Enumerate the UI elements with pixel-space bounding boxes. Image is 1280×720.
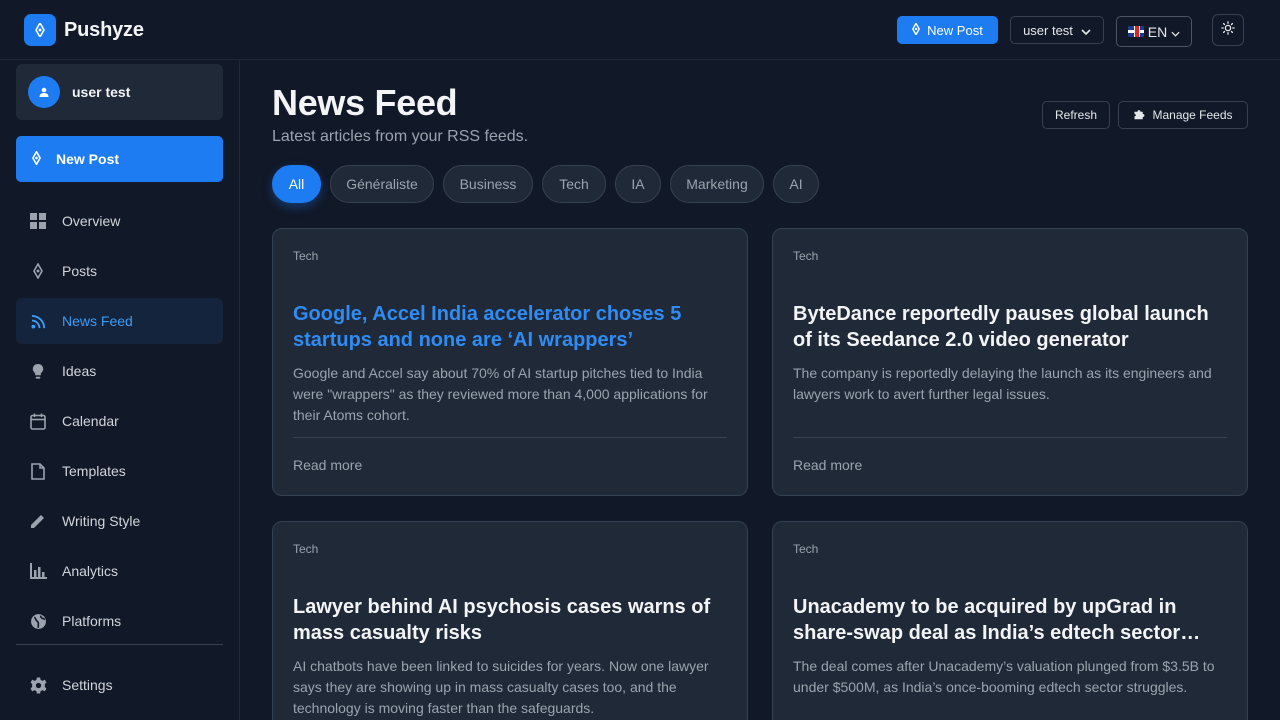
sidebar-item-label: News Feed: [62, 313, 133, 329]
sidebar-item-label: Analytics: [62, 563, 119, 579]
article-description: The deal comes after Unacademy’s valuati…: [793, 658, 1215, 695]
refresh-button[interactable]: Refresh: [1042, 101, 1110, 129]
sidebar-item-label: Writing Style: [62, 513, 141, 529]
post-icon: [29, 262, 47, 280]
filter-chip-marketing[interactable]: Marketing: [670, 165, 764, 203]
filter-chip-generaliste[interactable]: Généraliste: [330, 165, 434, 203]
article-title[interactable]: Google, Accel India accelerator choses 5…: [293, 301, 727, 353]
pencil-icon: [29, 512, 47, 530]
article-category: Tech: [293, 249, 319, 263]
sidebar: user test New Post Overview Posts News F…: [0, 60, 240, 720]
language-label: EN: [1147, 23, 1168, 40]
sidebar-item-news-feed[interactable]: News Feed: [16, 298, 223, 344]
sidebar-user-name: user test: [72, 84, 131, 100]
sidebar-item-templates[interactable]: Templates: [16, 448, 223, 494]
lightbulb-icon: [29, 362, 47, 380]
filter-label: Généraliste: [346, 176, 418, 192]
category-filters: All Généraliste Business Tech IA Marketi…: [272, 165, 819, 203]
uk-flag-icon: [1127, 26, 1144, 37]
filter-chip-tech[interactable]: Tech: [542, 165, 606, 203]
sidebar-item-overview[interactable]: Overview: [16, 198, 223, 244]
page-title: News Feed: [272, 82, 458, 123]
sidebar-item-label: Templates: [62, 463, 126, 479]
sidebar-item-writing-style[interactable]: Writing Style: [16, 498, 223, 544]
filter-label: Marketing: [686, 176, 748, 192]
article-description: The company is reportedly delaying the l…: [793, 365, 1212, 402]
article-category: Tech: [293, 542, 319, 556]
sidebar-nav: Overview Posts News Feed Ideas Calendar: [16, 198, 223, 648]
sidebar-settings-label: Settings: [62, 677, 113, 693]
manage-feeds-button[interactable]: Manage Feeds: [1118, 101, 1248, 129]
article-card[interactable]: Tech Google, Accel India accelerator cho…: [272, 228, 748, 496]
user-menu-label: user test: [1023, 22, 1073, 38]
filter-label: AI: [789, 176, 803, 192]
language-select[interactable]: EN: [1116, 16, 1192, 47]
logo-icon: [24, 14, 56, 46]
grid-icon: [29, 212, 47, 230]
refresh-label: Refresh: [1054, 108, 1098, 122]
sidebar-new-post-button[interactable]: New Post: [16, 136, 223, 182]
filter-chip-all[interactable]: All: [272, 165, 321, 203]
filter-label: Business: [459, 176, 517, 192]
article-footer: Read more: [293, 437, 727, 495]
theme-toggle-button[interactable]: [1212, 14, 1244, 46]
top-bar: Pushyze New Post user test EN: [0, 0, 1280, 60]
chevron-down-icon: [1171, 24, 1180, 40]
sidebar-item-posts[interactable]: Posts: [16, 248, 223, 294]
filter-label: All: [288, 176, 305, 192]
article-card[interactable]: Tech Lawyer behind AI psychosis cases wa…: [272, 521, 748, 720]
sidebar-item-label: Posts: [62, 263, 98, 279]
file-icon: [29, 462, 47, 480]
globe-icon: [29, 612, 47, 630]
filter-chip-ai[interactable]: AI: [773, 165, 819, 203]
article-title[interactable]: Lawyer behind AI psychosis cases warns o…: [293, 594, 727, 646]
sidebar-item-analytics[interactable]: Analytics: [16, 548, 223, 594]
sidebar-item-label: Calendar: [62, 413, 119, 429]
article-footer: Read more: [793, 437, 1227, 495]
user-menu-button[interactable]: user test: [1010, 16, 1104, 44]
article-title[interactable]: ByteDance reportedly pauses global launc…: [793, 301, 1227, 353]
manage-feeds-label: Manage Feeds: [1152, 108, 1233, 122]
sidebar-item-calendar[interactable]: Calendar: [16, 398, 223, 444]
sidebar-item-label: Platforms: [62, 613, 122, 629]
sidebar-item-label: Ideas: [62, 363, 97, 379]
filter-label: IA: [631, 176, 645, 192]
sidebar-item-platforms[interactable]: Platforms: [16, 598, 223, 644]
pen-nib-icon: [912, 21, 921, 38]
article-description: AI chatbots have been linked to suicides…: [293, 658, 709, 716]
article-category: Tech: [793, 542, 819, 556]
brand[interactable]: Pushyze: [24, 14, 144, 46]
avatar: [28, 76, 60, 108]
gear-icon: [29, 676, 47, 694]
sidebar-item-ideas[interactable]: Ideas: [16, 348, 223, 394]
filter-label: Tech: [559, 176, 589, 192]
sidebar-item-settings[interactable]: Settings: [16, 662, 223, 708]
top-new-post-label: New Post: [927, 22, 983, 38]
sidebar-user-card[interactable]: user test: [16, 64, 223, 120]
filter-chip-ia[interactable]: IA: [615, 165, 661, 203]
article-title[interactable]: Unacademy to be acquired by upGrad in sh…: [793, 594, 1227, 646]
chevron-down-icon: [1081, 23, 1091, 38]
bar-chart-icon: [29, 562, 47, 580]
rss-icon: [29, 312, 47, 330]
sidebar-new-post-label: New Post: [56, 151, 120, 167]
read-more-link[interactable]: Read more: [793, 457, 862, 473]
pen-nib-icon: [31, 149, 42, 168]
article-card[interactable]: Tech Unacademy to be acquired by upGrad …: [772, 521, 1248, 720]
article-category: Tech: [793, 249, 819, 263]
article-card[interactable]: Tech ByteDance reportedly pauses global …: [772, 228, 1248, 496]
calendar-icon: [29, 412, 47, 430]
app-name: Pushyze: [64, 18, 144, 41]
filter-chip-business[interactable]: Business: [443, 165, 533, 203]
sidebar-item-label: Overview: [62, 213, 121, 229]
sun-icon: [1221, 20, 1235, 40]
sidebar-divider: [16, 644, 223, 645]
page-subtitle: Latest articles from your RSS feeds.: [272, 128, 529, 145]
article-description: Google and Accel say about 70% of AI sta…: [293, 365, 708, 423]
puzzle-icon: [1133, 108, 1145, 123]
top-new-post-button[interactable]: New Post: [897, 16, 998, 44]
read-more-link[interactable]: Read more: [293, 457, 362, 473]
